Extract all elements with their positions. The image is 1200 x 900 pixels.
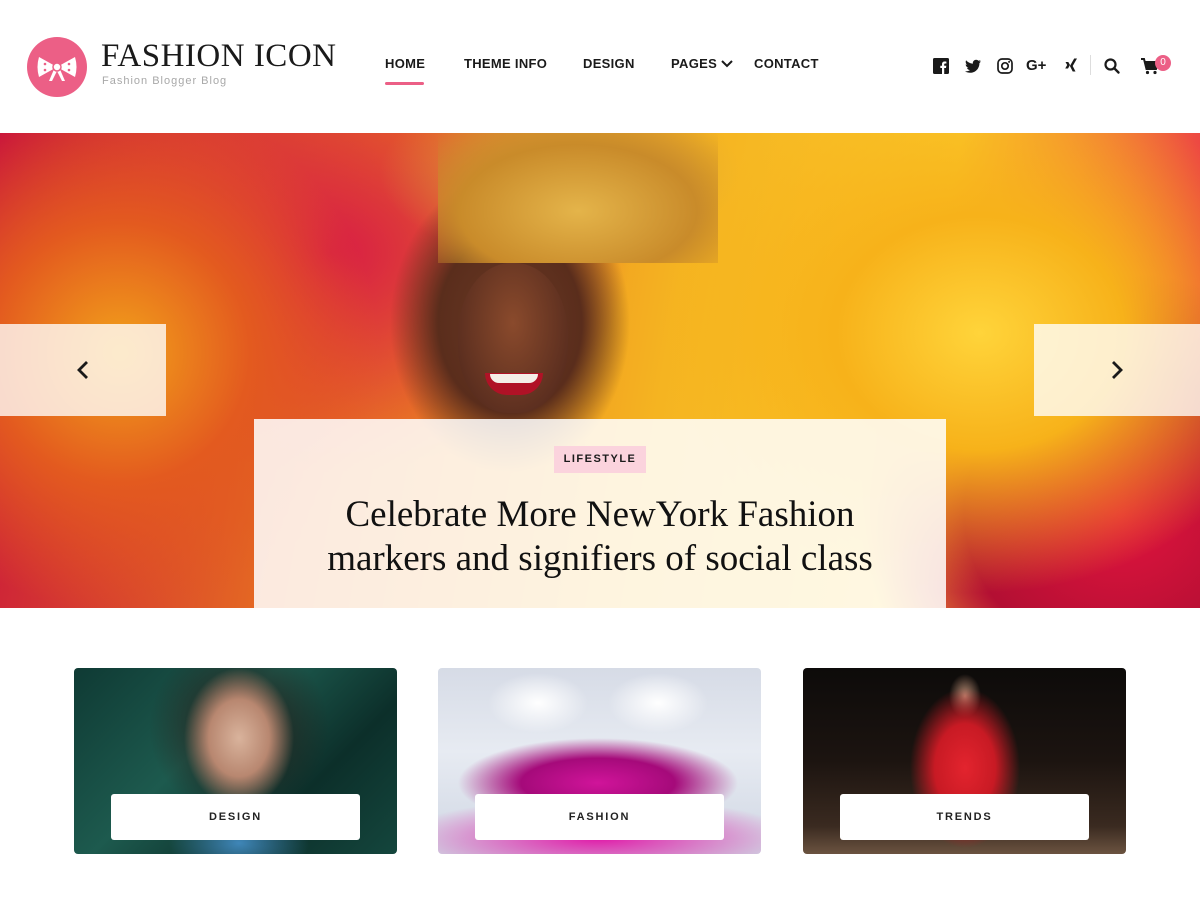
cart-count-badge: 0 [1155,55,1171,71]
active-nav-indicator [385,82,424,85]
slide-category-badge[interactable]: LIFESTYLE [554,446,646,473]
chevron-left-icon [77,361,88,379]
category-card-label[interactable]: FASHION [475,794,724,840]
slider-next-button[interactable] [1034,324,1200,416]
category-card-fashion[interactable]: FASHION [438,668,761,854]
category-card-label[interactable]: DESIGN [111,794,360,840]
chevron-down-icon[interactable] [720,57,734,71]
category-card-label[interactable]: TRENDS [840,794,1089,840]
slide-title-line-1: Celebrate More NewYork Fashion [345,494,855,535]
category-card-trends[interactable]: TRENDS [803,668,1126,854]
slide-caption: LIFESTYLE Celebrate More NewYork Fashion… [254,419,946,608]
instagram-icon[interactable] [996,57,1014,75]
nav-contact[interactable]: CONTACT [754,56,819,71]
hero-image-teeth [490,374,538,383]
nav-pages[interactable]: PAGES [671,56,717,71]
xing-icon[interactable] [1062,57,1080,75]
site-header: FASHION ICON Fashion Blogger Blog HOME T… [0,0,1200,133]
nav-home[interactable]: HOME [385,56,425,71]
category-card-design[interactable]: DESIGN [74,668,397,854]
search-icon[interactable] [1103,57,1121,75]
hero-slider: LIFESTYLE Celebrate More NewYork Fashion… [0,133,1200,608]
header-divider [1090,55,1091,75]
site-tagline: Fashion Blogger Blog [102,75,228,87]
facebook-icon[interactable] [932,57,950,75]
slide-title-line-2: markers and signifiers of social class [327,538,873,579]
chevron-right-icon [1112,361,1123,379]
google-plus-icon[interactable]: G+ [1026,57,1050,75]
slider-prev-button[interactable] [0,324,166,416]
site-title[interactable]: FASHION ICON [101,36,337,76]
slide-title[interactable]: Celebrate More NewYork Fashion markers a… [254,493,946,581]
hero-headdress [438,133,718,263]
bow-logo-icon[interactable] [27,37,87,97]
twitter-icon[interactable] [964,57,982,75]
nav-theme-info[interactable]: THEME INFO [464,56,547,71]
nav-design[interactable]: DESIGN [583,56,635,71]
